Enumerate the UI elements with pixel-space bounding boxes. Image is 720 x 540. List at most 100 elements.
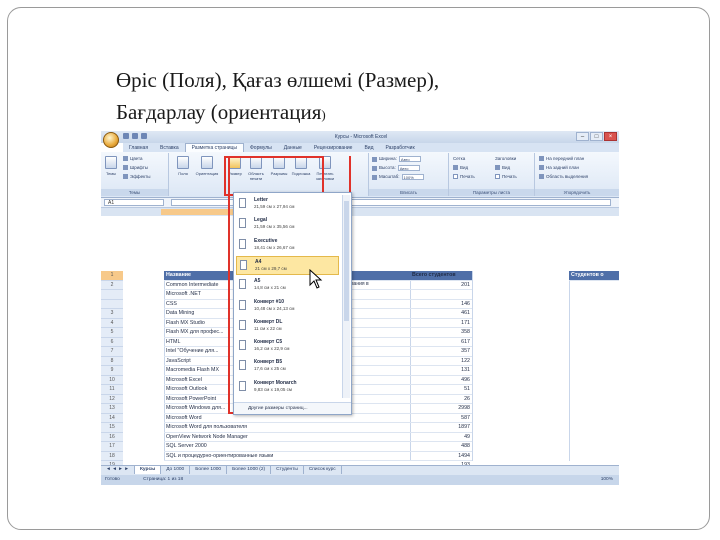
paper-size-item[interactable]: A4 21 см x 29,7 см [236, 255, 339, 275]
paper-size-item[interactable]: Конверт C5 16,2 см x 22,9 см [236, 337, 339, 356]
selection-pane-button[interactable]: Область выделения [539, 174, 588, 180]
sheet-tab[interactable]: Более 1000 (2) [227, 466, 272, 474]
paper-size-item[interactable]: Letter 21,59 см x 27,94 см [236, 195, 339, 214]
row-header[interactable]: 18 [101, 451, 123, 461]
row-header[interactable]: 7 [101, 347, 123, 357]
table-cell-count[interactable]: 617 [410, 338, 472, 347]
paper-size-item[interactable]: A5 14,8 см x 21 см [236, 276, 339, 295]
name-box[interactable]: A1 [104, 199, 164, 206]
paper-size-item[interactable]: Конверт Monarch 9,83 см x 19,05 см [236, 378, 339, 397]
row-header[interactable]: 9 [101, 366, 123, 376]
redo-icon[interactable] [141, 133, 147, 139]
bring-forward-button[interactable]: На передний план [539, 156, 584, 162]
colors-button[interactable]: Цвета [123, 156, 143, 162]
table-cell-count[interactable]: 26 [410, 395, 472, 404]
margins-button[interactable]: Поля [175, 156, 191, 176]
save-icon[interactable] [123, 133, 129, 139]
paper-size-item[interactable]: Конверт B5 17,6 см x 25 см [236, 357, 339, 376]
table-cell-count[interactable]: 488 [410, 442, 472, 452]
sheet-tab[interactable]: Список курс [304, 466, 342, 474]
dropdown-scrollbar[interactable] [342, 195, 350, 398]
paper-size-item[interactable]: Executive 18,41 см x 26,67 см [236, 236, 339, 255]
table-cell-name[interactable]: SQL Server 2000 [164, 442, 410, 452]
row-header[interactable]: 6 [101, 337, 123, 347]
row-header[interactable]: 4 [101, 318, 123, 328]
minimize-button[interactable]: – [576, 132, 589, 141]
table-cell-count[interactable]: 461 [410, 309, 472, 319]
table-cell-name[interactable]: OpenView Network Node Manager [164, 433, 410, 442]
row-header[interactable]: 3 [101, 309, 123, 319]
table-cell-count[interactable]: 51 [410, 385, 472, 395]
themes-button[interactable]: Темы [103, 156, 119, 176]
width-control[interactable]: Ширина: Авто [372, 156, 421, 162]
table-cell-count[interactable]: 146 [410, 300, 472, 309]
sheet-tab[interactable]: До 1000 [161, 466, 191, 474]
table-cell-count[interactable] [410, 290, 472, 300]
width-field[interactable]: Авто [398, 156, 421, 162]
row-header[interactable]: 10 [101, 375, 123, 385]
table-cell-name[interactable]: SQL и процедурно-ориентированные языки [164, 452, 410, 461]
table-cell-count[interactable]: 587 [410, 414, 472, 423]
table-cell-count[interactable]: 1494 [410, 452, 472, 461]
headings-print-checkbox[interactable]: Печать [495, 174, 517, 180]
row-header[interactable]: 2 [101, 280, 123, 290]
close-button[interactable]: × [604, 132, 617, 141]
undo-icon[interactable] [132, 133, 138, 139]
table-cell-count[interactable]: 357 [410, 347, 472, 357]
scale-control[interactable]: Масштаб: 100% [372, 174, 424, 180]
row-header[interactable] [101, 299, 123, 309]
gridlines-view-checkbox[interactable]: Вид [453, 165, 468, 171]
row-header[interactable]: 13 [101, 404, 123, 414]
sheet-tab[interactable]: Более 1000 [190, 466, 228, 474]
row-header[interactable]: 12 [101, 394, 123, 404]
paper-size-item[interactable]: Конверт DL 11 см x 22 см [236, 317, 339, 336]
row-header[interactable] [101, 290, 123, 300]
table-cell-count[interactable]: 496 [410, 376, 472, 385]
paper-size-item[interactable]: Legal 21,59 см x 35,56 см [236, 215, 339, 234]
zoom-level[interactable]: 100% [601, 475, 613, 485]
table-cell-count[interactable]: 171 [410, 319, 472, 328]
row-header[interactable]: 1 [101, 271, 123, 281]
more-sizes-link[interactable]: Другие размеры страниц... [234, 402, 351, 414]
table-cell-count[interactable]: 122 [410, 357, 472, 366]
paper-size-item[interactable]: Конверт #10 10,48 см x 24,13 см [236, 297, 339, 316]
effects-button[interactable]: Эффекты [123, 174, 150, 180]
headings-view-checkbox[interactable]: Вид [495, 165, 510, 171]
scrollbar-thumb[interactable] [344, 201, 349, 321]
fonts-button[interactable]: Шрифты [123, 165, 148, 171]
sheet-tab[interactable]: Курсы [135, 466, 162, 474]
table-cell-count[interactable]: 49 [410, 433, 472, 442]
effects-icon [123, 174, 128, 180]
gridlines-print-checkbox[interactable]: Печать [453, 174, 475, 180]
office-button[interactable] [103, 132, 119, 148]
height-field[interactable]: Авто [397, 165, 420, 171]
row-header[interactable]: 17 [101, 442, 123, 452]
table-cell-count[interactable]: 201 [410, 281, 472, 290]
table-cell-count[interactable]: 358 [410, 328, 472, 338]
table-cell-count[interactable]: 2998 [410, 404, 472, 414]
height-control[interactable]: Высота: Авто [372, 165, 420, 171]
quick-access-toolbar[interactable] [123, 133, 163, 140]
row-header[interactable]: 5 [101, 328, 123, 338]
tab-2[interactable]: Разметка страницы [184, 143, 244, 152]
sheet-tab[interactable]: Студенты [271, 466, 304, 474]
title-line-1: Өріс (Поля), Қағаз өлшемі (Размер), [116, 68, 440, 92]
excel-screenshot: Курсы - Microsoft Excel – □ × Главная Встав… [101, 131, 619, 485]
send-backward-button[interactable]: На задний план [539, 165, 579, 171]
right-column-header[interactable]: Студентов о [569, 271, 619, 281]
row-header[interactable]: 11 [101, 385, 123, 395]
maximize-button[interactable]: □ [590, 132, 603, 141]
orientation-button[interactable]: Ориентация [195, 156, 219, 176]
column-header-count[interactable]: Всего студентов [410, 271, 472, 281]
table-cell-count[interactable]: 131 [410, 366, 472, 376]
row-header[interactable]: 16 [101, 432, 123, 442]
table-cell-count[interactable]: 1897 [410, 423, 472, 433]
row-header[interactable]: 15 [101, 423, 123, 433]
table-cell-name[interactable]: Microsoft Word для пользователя [164, 423, 410, 433]
sheet-nav-arrows[interactable]: ◄ ◄ ► ► [101, 466, 135, 474]
scale-field[interactable]: 100% [401, 174, 424, 180]
row-header[interactable]: 14 [101, 413, 123, 423]
row-header[interactable]: 8 [101, 356, 123, 366]
paper-size-dims: 9,83 см x 19,05 см [254, 386, 292, 392]
themes-label: Темы [105, 171, 117, 176]
